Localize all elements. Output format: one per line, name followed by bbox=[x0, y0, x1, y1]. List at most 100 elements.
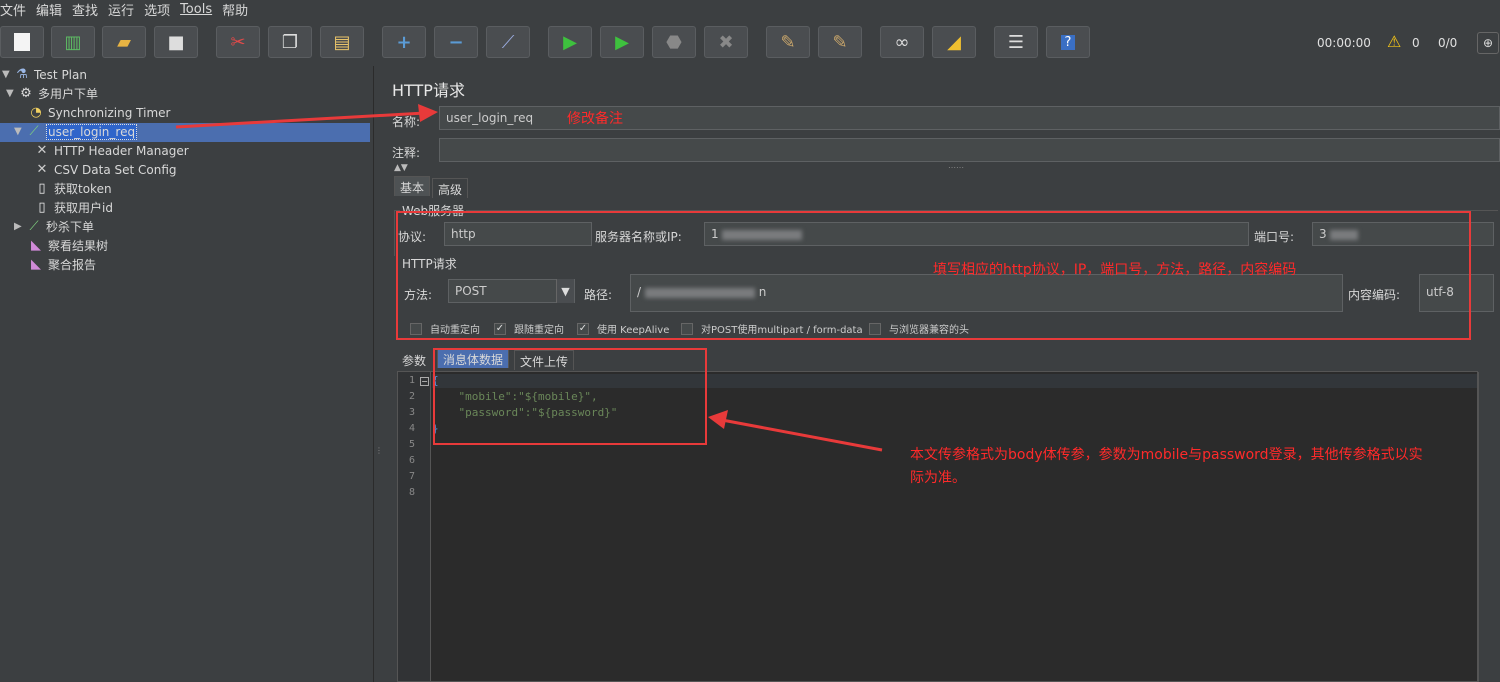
broom-icon: ✎ bbox=[780, 31, 796, 53]
start-no-pause-button[interactable]: ▶ bbox=[600, 26, 644, 58]
help-button[interactable]: ? bbox=[1046, 26, 1090, 58]
toggle-button[interactable]: ⟋ bbox=[486, 26, 530, 58]
server-annotation: 填写相应的http协议，IP，端口号，方法，路径，内容编码 bbox=[933, 262, 1297, 278]
pane-splitter[interactable]: ⋮ bbox=[373, 66, 383, 682]
line-number: 4 bbox=[408, 423, 415, 434]
copy-icon: ❐ bbox=[281, 31, 299, 53]
save-button[interactable]: ■ bbox=[154, 26, 198, 58]
tree-item-user-login-req[interactable]: ▼ ⟋ user_login_req bbox=[14, 122, 138, 141]
expand-button[interactable]: + bbox=[382, 26, 426, 58]
tree-item-sync-timer[interactable]: ◔ Synchronizing Timer bbox=[28, 103, 170, 122]
editor-scrollbar[interactable] bbox=[1478, 372, 1488, 682]
expand-arrow-icon[interactable]: ▼ bbox=[6, 88, 18, 99]
line-number: 5 bbox=[408, 439, 415, 450]
warning-count: 0 bbox=[1412, 36, 1420, 50]
new-button[interactable] bbox=[0, 26, 44, 58]
menu-bar: 文件 编辑 查找 运行 选项 Tools 帮助 bbox=[0, 0, 1500, 19]
document-icon: ▯ bbox=[38, 199, 46, 215]
pipette-icon: ⟋ bbox=[29, 123, 39, 139]
body-data-highlight bbox=[433, 348, 707, 445]
shutdown-button[interactable]: ✖ bbox=[704, 26, 748, 58]
tree-item-label: HTTP Header Manager bbox=[54, 143, 189, 158]
clear-all-button[interactable]: ✎ bbox=[818, 26, 862, 58]
line-number: 3 bbox=[408, 407, 415, 418]
minus-icon: − bbox=[448, 31, 464, 53]
menu-options[interactable]: 选项 bbox=[144, 0, 175, 19]
paste-button[interactable]: ▤ bbox=[320, 26, 364, 58]
tree-item-get-user-id[interactable]: ▯ 获取用户id bbox=[34, 198, 113, 217]
expand-arrow-icon[interactable]: ▼ bbox=[14, 126, 26, 137]
tree-item-label: Test Plan bbox=[34, 67, 87, 82]
search-button[interactable]: ∞ bbox=[880, 26, 924, 58]
fold-icon[interactable]: − bbox=[420, 377, 429, 386]
clipboard-icon: ▤ bbox=[333, 31, 351, 53]
line-number: 7 bbox=[408, 471, 415, 482]
function-helper-button[interactable]: ☰ bbox=[994, 26, 1038, 58]
comment-field[interactable] bbox=[439, 138, 1500, 162]
resize-grip-icon[interactable]: ⋯⋯ bbox=[948, 163, 964, 172]
eraser-icon: ◢ bbox=[947, 31, 961, 53]
test-plan-icon: ⚗ bbox=[16, 66, 28, 82]
play-no-pause-icon: ▶ bbox=[615, 31, 629, 53]
tree-item-label: 获取token bbox=[54, 182, 112, 196]
list-icon: ☰ bbox=[1007, 31, 1025, 53]
line-number: 8 bbox=[408, 487, 415, 498]
start-button[interactable]: ▶ bbox=[548, 26, 592, 58]
tree-item-results-tree[interactable]: ◣ 察看结果树 bbox=[28, 236, 108, 255]
warning-icon: ⚠ bbox=[1387, 32, 1402, 51]
tree-item-get-token[interactable]: ▯ 获取token bbox=[34, 179, 112, 198]
line-number: 1 bbox=[408, 375, 415, 386]
chart-icon: ◣ bbox=[31, 237, 41, 253]
tab-basic[interactable]: 基本 bbox=[394, 176, 431, 196]
comment-label: 注释: bbox=[392, 146, 421, 160]
tab-advanced[interactable]: 高级 bbox=[432, 178, 469, 198]
tree-item-test-plan[interactable]: ▼ ⚗ Test Plan bbox=[2, 65, 87, 84]
tree-item-label: CSV Data Set Config bbox=[54, 162, 177, 177]
help-icon: ? bbox=[1060, 34, 1076, 50]
menu-help[interactable]: 帮助 bbox=[222, 0, 253, 19]
stop-button[interactable]: ⬣ bbox=[652, 26, 696, 58]
shutdown-icon: ✖ bbox=[718, 31, 734, 53]
collapse-arrows-icon[interactable]: ▲▼ bbox=[394, 163, 408, 173]
menu-tools[interactable]: Tools bbox=[180, 2, 217, 17]
broom-all-icon: ✎ bbox=[832, 31, 848, 53]
test-plan-tree: ▼ ⚗ Test Plan ▼ ⚙ 多用户下单 ◔ Synchronizing … bbox=[0, 66, 373, 682]
expand-arrow-icon[interactable]: ▶ bbox=[14, 221, 26, 232]
wand-icon: ⟋ bbox=[501, 31, 515, 53]
collapse-button[interactable]: − bbox=[434, 26, 478, 58]
body-annotation-line2: 际为准。 bbox=[910, 470, 966, 486]
tree-item-label: 获取用户id bbox=[54, 201, 113, 215]
copy-button[interactable]: ❐ bbox=[268, 26, 312, 58]
timer-icon: ◔ bbox=[30, 104, 42, 120]
tree-item-thread-group[interactable]: ▼ ⚙ 多用户下单 bbox=[6, 84, 98, 103]
tab-parameters[interactable]: 参数 bbox=[400, 350, 429, 370]
folder-icon: ▰ bbox=[117, 31, 131, 53]
wrench-icon: ✕ bbox=[36, 142, 48, 158]
new-file-icon bbox=[14, 33, 30, 51]
reset-search-button[interactable]: ◢ bbox=[932, 26, 976, 58]
tree-item-label: 多用户下单 bbox=[38, 87, 99, 101]
tree-item-aggregate-report[interactable]: ◣ 聚合报告 bbox=[28, 255, 96, 274]
play-icon: ▶ bbox=[563, 31, 577, 53]
tree-item-label: Synchronizing Timer bbox=[48, 105, 171, 120]
stop-icon: ⬣ bbox=[666, 31, 682, 53]
pipette-icon: ⟋ bbox=[29, 218, 39, 234]
remote-button[interactable]: ⊕ bbox=[1477, 32, 1499, 54]
wrench-icon: ✕ bbox=[36, 161, 48, 177]
clear-button[interactable]: ✎ bbox=[766, 26, 810, 58]
document-icon: ▯ bbox=[38, 180, 46, 196]
tree-item-csv-config[interactable]: ✕ CSV Data Set Config bbox=[34, 160, 177, 179]
menu-search[interactable]: 查找 bbox=[72, 0, 103, 19]
templates-button[interactable]: ▥ bbox=[51, 26, 95, 58]
tree-item-seckill-order[interactable]: ▶ ⟋ 秒杀下单 bbox=[14, 217, 94, 236]
name-annotation: 修改备注 bbox=[567, 111, 623, 127]
cut-button[interactable]: ✂ bbox=[216, 26, 260, 58]
line-number: 2 bbox=[408, 391, 415, 402]
menu-file[interactable]: 文件 bbox=[0, 0, 31, 19]
tree-item-header-manager[interactable]: ✕ HTTP Header Manager bbox=[34, 141, 189, 160]
expand-arrow-icon[interactable]: ▼ bbox=[2, 69, 14, 80]
menu-edit[interactable]: 编辑 bbox=[36, 0, 67, 19]
gear-icon: ⚙ bbox=[20, 85, 32, 101]
open-button[interactable]: ▰ bbox=[102, 26, 146, 58]
menu-run[interactable]: 运行 bbox=[108, 0, 139, 19]
